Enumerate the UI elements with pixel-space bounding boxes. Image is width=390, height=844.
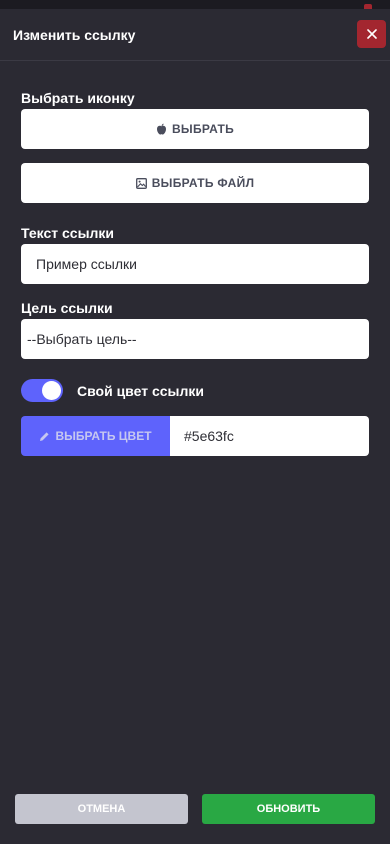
top-strip bbox=[0, 0, 390, 9]
toggle-knob bbox=[42, 381, 61, 400]
image-icon bbox=[135, 177, 147, 189]
choose-icon-label: Выбрать иконку bbox=[21, 90, 135, 106]
custom-color-toggle[interactable] bbox=[21, 379, 63, 402]
custom-color-label: Свой цвет ссылки bbox=[77, 383, 204, 399]
close-icon bbox=[366, 29, 377, 39]
cancel-button[interactable]: ОТМЕНА bbox=[15, 794, 188, 824]
link-target-select[interactable]: --Выбрать цель-- bbox=[21, 319, 369, 359]
link-text-label: Текст ссылки bbox=[21, 225, 115, 241]
color-picker-row: ВЫБРАТЬ ЦВЕТ #5e63fc bbox=[21, 416, 369, 456]
pencil-icon bbox=[39, 431, 50, 442]
update-button[interactable]: ОБНОВИТЬ bbox=[202, 794, 375, 824]
pick-color-button-label: ВЫБРАТЬ ЦВЕТ bbox=[55, 429, 152, 443]
modal-header: Изменить ссылку bbox=[0, 9, 390, 61]
link-text-input[interactable]: Пример ссылки bbox=[21, 244, 369, 284]
choose-file-button-label: ВЫБРАТЬ ФАЙЛ bbox=[151, 176, 255, 190]
choose-file-button[interactable]: ВЫБРАТЬ ФАЙЛ bbox=[21, 163, 369, 203]
choose-icon-button[interactable]: ВЫБРАТЬ bbox=[21, 109, 369, 149]
choose-icon-button-label: ВЫБРАТЬ bbox=[171, 122, 235, 136]
pick-color-button[interactable]: ВЫБРАТЬ ЦВЕТ bbox=[21, 416, 170, 456]
apple-icon bbox=[156, 123, 167, 135]
color-hex-input[interactable]: #5e63fc bbox=[170, 416, 369, 456]
link-target-label: Цель ссылки bbox=[21, 300, 113, 316]
close-button[interactable] bbox=[357, 20, 386, 48]
modal-title: Изменить ссылку bbox=[13, 26, 136, 43]
